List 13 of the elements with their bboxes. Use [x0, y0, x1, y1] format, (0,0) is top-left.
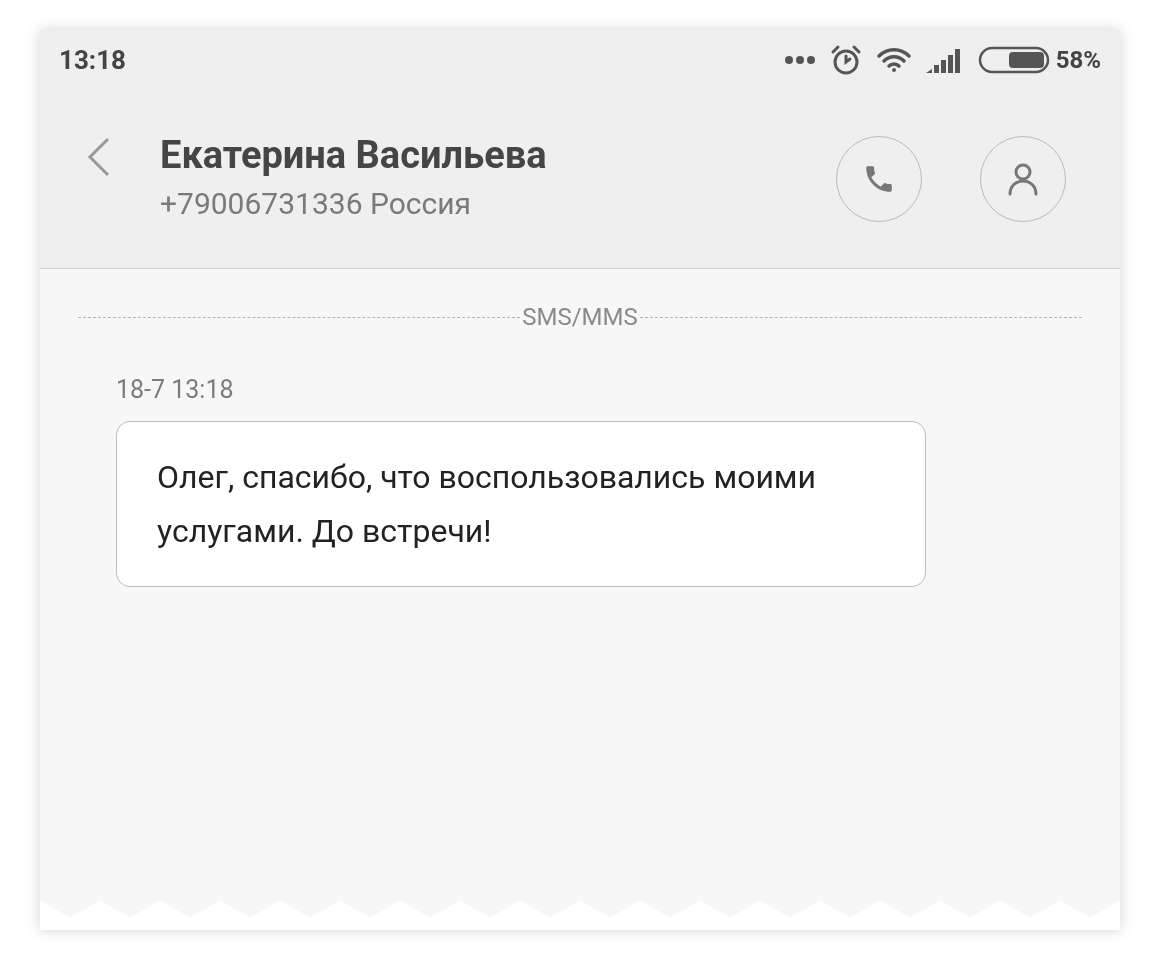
- contact-number: +79006731336 Россия: [160, 185, 472, 223]
- battery-icon: [977, 46, 1050, 74]
- more-dots-icon: [783, 55, 816, 65]
- status-time: 13:18: [59, 43, 126, 77]
- back-chevron-icon: [86, 136, 112, 178]
- message-bubble: Олег, спасибо, что воспользовались моими услугами. До встречи!: [116, 420, 926, 587]
- contact-name: Екатерина Васильева: [160, 132, 547, 179]
- channel-label: SMS/MMS: [521, 302, 639, 333]
- message-timestamp: 18-7 13:18: [116, 374, 235, 406]
- wifi-icon: [875, 47, 912, 73]
- alarm-clock-icon: [829, 44, 862, 76]
- person-icon: [1007, 162, 1039, 196]
- battery-percent: 58%: [1055, 45, 1101, 76]
